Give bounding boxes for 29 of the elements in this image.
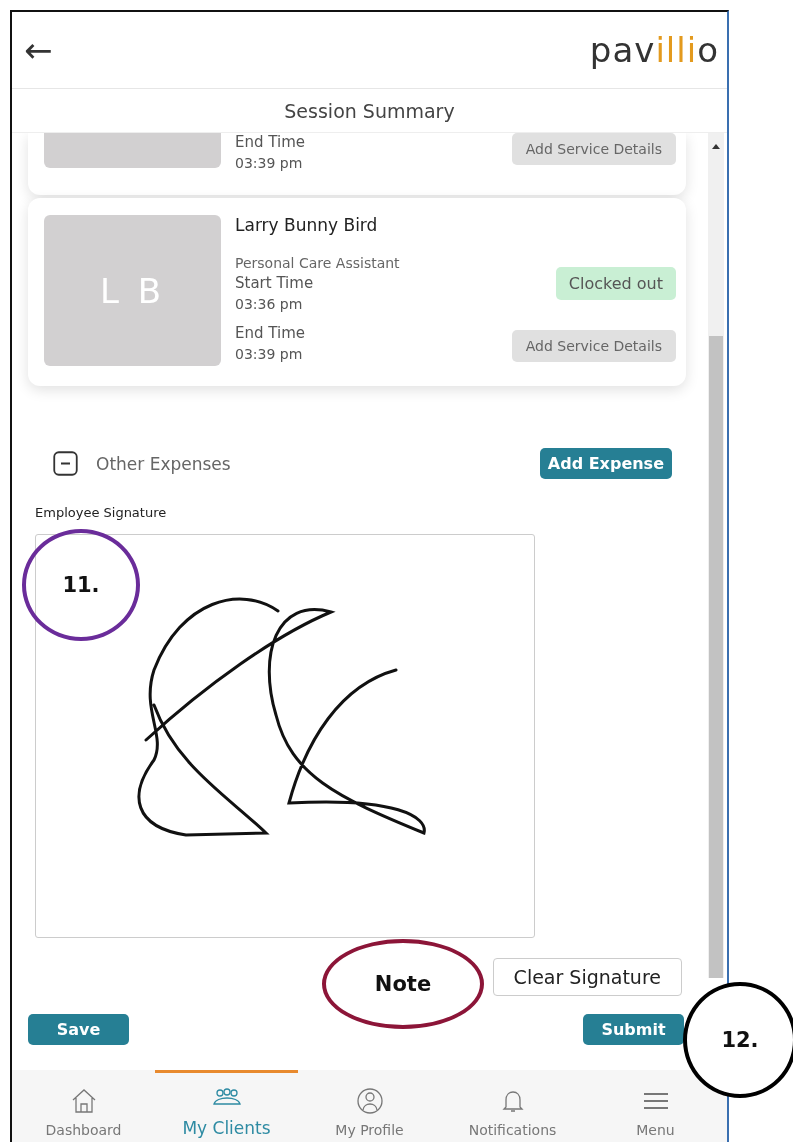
- end-label: End Time: [235, 324, 306, 342]
- logo: pavillio: [589, 30, 719, 70]
- end-time: 03:39 pm: [235, 346, 304, 362]
- end-label: End Time: [235, 133, 306, 151]
- scrollbar[interactable]: [708, 133, 724, 978]
- nav-tab[interactable]: My Profile: [298, 1070, 441, 1142]
- nav-tab[interactable]: Dashboard: [12, 1070, 155, 1142]
- back-button[interactable]: ←: [24, 33, 53, 67]
- collapse-icon[interactable]: [52, 450, 79, 477]
- add-service-details-button[interactable]: Add Service Details: [511, 330, 676, 362]
- add-expense-button[interactable]: Add Expense: [539, 448, 672, 479]
- submit-button[interactable]: Submit: [583, 1014, 684, 1045]
- field-label: Employee Signature: [34, 505, 168, 520]
- start-time: 03:36 pm: [235, 296, 304, 312]
- end-time: 03:39 pm: [235, 155, 304, 171]
- person-icon: [354, 1086, 385, 1116]
- role-text: Personal Care Assistant: [235, 255, 401, 271]
- client-name: Larry Bunny Bird: [235, 215, 379, 235]
- section-label: Other Expenses: [96, 453, 232, 474]
- nav-tab[interactable]: My Clients: [155, 1070, 298, 1142]
- signature-pad[interactable]: [35, 534, 535, 938]
- callout: 11.: [22, 529, 140, 641]
- clear-signature-button[interactable]: Clear Signature: [492, 958, 682, 996]
- page-title: Session Summary: [284, 99, 455, 122]
- start-label: Start Time: [235, 274, 315, 292]
- add-service-details-button[interactable]: Add Service Details: [511, 133, 676, 165]
- status-badge: Clocked out: [555, 267, 676, 300]
- nav-tab[interactable]: Notifications: [441, 1070, 584, 1142]
- save-button[interactable]: Save: [28, 1014, 129, 1045]
